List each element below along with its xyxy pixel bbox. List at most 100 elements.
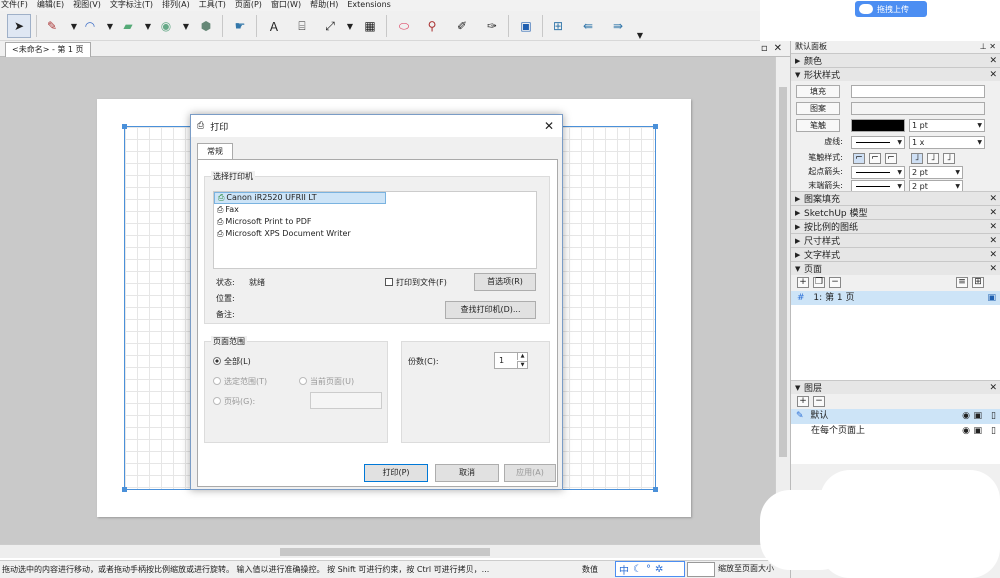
chevron-down-icon[interactable]: ▼ <box>517 361 527 368</box>
menu-window[interactable]: 窗口(W) <box>271 0 301 11</box>
menu-tools[interactable]: 工具(T) <box>199 0 226 11</box>
close-icon[interactable]: ✕ <box>989 383 997 393</box>
close-icon[interactable]: ✕ <box>989 70 997 80</box>
split-icon[interactable]: ✐ <box>450 14 474 38</box>
print-to-file-checkbox[interactable]: 打印到文件(F) <box>385 277 447 288</box>
printer-item[interactable]: ⎙ Microsoft XPS Document Writer <box>214 228 536 240</box>
preferences-button[interactable]: 首选项(R) <box>474 273 536 291</box>
scroll-thumb[interactable] <box>779 87 787 457</box>
section-colors[interactable]: ▶ 颜色 ✕ <box>791 53 1000 67</box>
cancel-button[interactable]: 取消 <box>435 464 499 482</box>
eraser-icon[interactable]: ⬭ <box>392 14 416 38</box>
stroke-swatch[interactable] <box>851 119 905 132</box>
pin-icon[interactable]: ▫ <box>761 43 768 54</box>
select-icon[interactable]: ➤ <box>7 14 31 38</box>
section-scaled-drawing[interactable]: ▶ 按比例的图纸 ✕ <box>791 219 1000 233</box>
section-pages[interactable]: ▼ 页面 ✕ <box>791 261 1000 275</box>
join-icon[interactable]: ✑ <box>480 14 504 38</box>
label-icon[interactable]: ⌸ <box>290 14 314 38</box>
layer-item[interactable]: 在每个页面上 ◉ ▣ ▯ <box>791 424 1000 439</box>
prev-page-icon[interactable]: ⇚ <box>576 14 600 38</box>
remove-page-button[interactable]: − <box>829 277 841 288</box>
resize-handle[interactable] <box>122 487 127 492</box>
value-input[interactable] <box>687 562 715 577</box>
lock-icon[interactable]: ▣ <box>973 424 982 439</box>
close-icon[interactable]: ✕ <box>774 43 782 54</box>
apply-button[interactable]: 应用(A) <box>504 464 556 482</box>
eye-icon[interactable]: ◉ <box>962 409 970 424</box>
menu-view[interactable]: 视图(V) <box>73 0 101 11</box>
dash-select[interactable]: ▼ <box>851 136 905 149</box>
layer-item[interactable]: ✎ 默认 ◉ ▣ ▯ <box>791 409 1000 424</box>
next-page-icon[interactable]: ⇛ <box>606 14 630 38</box>
chevron-up-icon[interactable]: ▲ <box>517 353 527 360</box>
menu-extensions[interactable]: Extensions <box>347 0 390 11</box>
pattern-button[interactable]: 图案 <box>796 102 840 115</box>
fill-swatch[interactable] <box>851 85 985 98</box>
pen-icon[interactable]: ✎ <box>40 14 64 38</box>
stroke-width-select[interactable]: 1 pt ▼ <box>909 119 985 132</box>
printer-item[interactable]: ⎙ Canon iR2520 UFRII LT <box>214 192 386 204</box>
list-view-button[interactable]: ≡ <box>956 277 968 288</box>
text-icon[interactable]: Ａ <box>262 14 286 38</box>
close-icon[interactable]: ✕ <box>989 208 997 218</box>
thumbnail-view-button[interactable]: ⊞ <box>972 277 984 288</box>
close-icon[interactable]: ✕ <box>989 194 997 204</box>
document-tab[interactable]: <未命名> - 第 1 页 <box>5 42 91 57</box>
add-page-icon[interactable]: ⊞ <box>546 14 570 38</box>
lock-icon[interactable]: ▣ <box>973 409 982 424</box>
section-layers[interactable]: ▼ 图层 ✕ <box>791 380 1000 394</box>
duplicate-page-button[interactable]: ❐ <box>813 277 825 288</box>
eyedropper-icon[interactable]: ⚲ <box>420 14 444 38</box>
close-icon[interactable]: ✕ <box>989 56 997 66</box>
document-icon[interactable]: ▯ <box>991 424 996 439</box>
cap-style-button[interactable]: ⌐ <box>885 153 897 164</box>
fill-button[interactable]: 填充 <box>796 85 840 98</box>
section-pattern-fill[interactable]: ▶ 图案填充 ✕ <box>791 191 1000 205</box>
find-printer-button[interactable]: 查找打印机(D)... <box>445 301 536 319</box>
start-arrow-size[interactable]: 2 pt ▼ <box>909 166 963 179</box>
join-style-button[interactable]: ˩ <box>911 153 923 164</box>
add-layer-button[interactable]: + <box>797 396 809 407</box>
document-icon[interactable]: ▯ <box>991 409 996 424</box>
section-sketchup-model[interactable]: ▶ SketchUp 模型 ✕ <box>791 205 1000 219</box>
eye-icon[interactable]: ◉ <box>962 424 970 439</box>
dash-scale-select[interactable]: 1 x ▼ <box>909 136 985 149</box>
scroll-thumb[interactable] <box>280 548 490 556</box>
ime-lang[interactable]: 中 <box>619 562 629 577</box>
menu-help[interactable]: 帮助(H) <box>310 0 338 11</box>
section-dimension-style[interactable]: ▶ 尺寸样式 ✕ <box>791 233 1000 247</box>
upload-button[interactable]: 拖拽上传 <box>855 1 927 17</box>
close-icon[interactable]: ✕ <box>544 119 554 133</box>
cap-style-button[interactable]: ⌐ <box>853 153 865 164</box>
close-icon[interactable]: ✕ <box>989 222 997 232</box>
add-page-button[interactable]: + <box>797 277 809 288</box>
resize-handle[interactable] <box>653 124 658 129</box>
moon-icon[interactable]: ☾ <box>633 564 642 575</box>
table-icon[interactable]: ▦ <box>358 14 382 38</box>
remove-layer-button[interactable]: − <box>813 396 825 407</box>
start-arrow-select[interactable]: ▼ <box>851 166 905 179</box>
pointer-hand-icon[interactable]: ☛ <box>228 14 252 38</box>
horizontal-scrollbar[interactable] <box>0 544 790 558</box>
menu-pages[interactable]: 页面(P) <box>235 0 262 11</box>
printer-item[interactable]: ⎙ Microsoft Print to PDF <box>214 216 536 228</box>
close-icon[interactable]: ✕ <box>989 42 996 51</box>
radio-selection[interactable]: 选定范围(T) <box>213 376 267 387</box>
join-style-button[interactable]: ˩ <box>927 153 939 164</box>
page-list-item[interactable]: # 1: 第 1 页 ▣ <box>791 291 1000 305</box>
close-icon[interactable]: ✕ <box>989 236 997 246</box>
stroke-button[interactable]: 笔触 <box>796 119 840 132</box>
copies-stepper[interactable]: 1 ▲ ▼ <box>494 352 528 369</box>
pattern-swatch[interactable] <box>851 102 985 115</box>
printer-list[interactable]: ⎙ Canon iR2520 UFRII LT ⎙ Fax ⎙ Microsoft P… <box>213 191 537 269</box>
ime-toolbar[interactable]: 中 ☾ ° ✲ <box>615 561 685 577</box>
resize-handle[interactable] <box>653 487 658 492</box>
close-icon[interactable]: ✕ <box>989 250 997 260</box>
radio-current-page[interactable]: 当前页面(U) <box>299 376 354 387</box>
menu-file[interactable]: 文件(F) <box>1 0 28 11</box>
page-numbers-input[interactable] <box>310 392 382 409</box>
section-shape-style[interactable]: ▼ 形状样式 ✕ <box>791 67 1000 81</box>
radio-pages[interactable]: 页码(G): <box>213 396 255 407</box>
section-text-style[interactable]: ▶ 文字样式 ✕ <box>791 247 1000 261</box>
